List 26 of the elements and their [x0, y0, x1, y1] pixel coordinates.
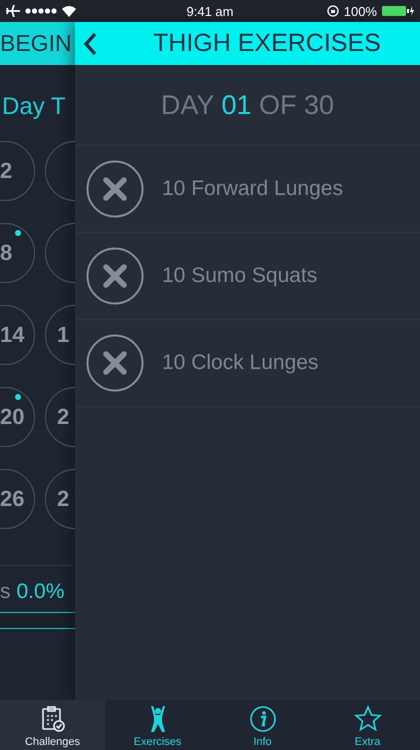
back-icon[interactable]: [83, 32, 97, 56]
info-icon: [248, 705, 276, 733]
star-icon: [354, 705, 382, 733]
exercise-name: 10 Sumo Squats: [162, 264, 318, 288]
battery-percent: 100%: [344, 4, 377, 18]
wifi-icon: [62, 6, 76, 16]
screen-title: THIGH EXERCISES: [153, 29, 381, 58]
tab-button[interactable]: Exercises: [105, 700, 210, 750]
progress-value: 0.0%: [16, 580, 64, 604]
exercise-name: 10 Clock Lunges: [162, 351, 318, 375]
challenge-title: BEGIN: [0, 30, 72, 57]
tab-button[interactable]: Extra: [315, 700, 420, 750]
tab-button[interactable]: Info: [210, 700, 315, 750]
status-time: 9:41 am: [186, 4, 234, 18]
battery-icon: [382, 5, 414, 17]
progress-label: s: [0, 580, 10, 604]
x-circle-icon[interactable]: [86, 247, 144, 305]
x-circle-icon[interactable]: [86, 160, 144, 218]
rotation-lock-icon: [326, 5, 339, 17]
signal-icon: [25, 8, 57, 14]
x-circle-icon[interactable]: [86, 334, 144, 392]
airplane-icon: [6, 5, 20, 17]
exercise-name: 10 Forward Lunges: [162, 177, 343, 201]
day-counter: DAY 01 OF 30: [160, 90, 334, 120]
tab-button[interactable]: Challenges: [0, 700, 105, 750]
challenge-subtitle: Day T: [2, 93, 67, 121]
